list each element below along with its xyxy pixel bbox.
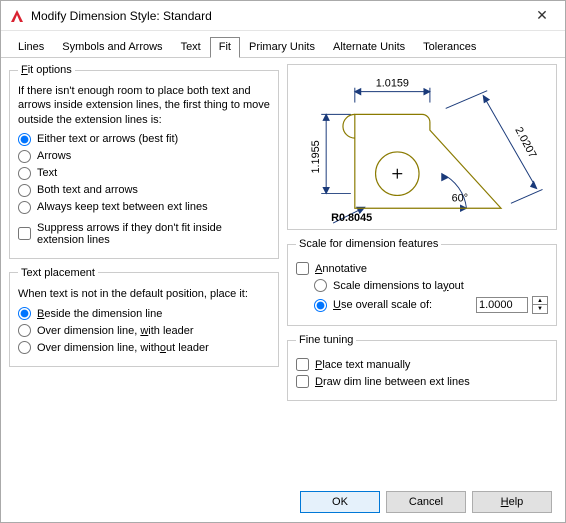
app-logo-icon — [9, 8, 25, 24]
fine-tuning-legend: Fine tuning — [296, 334, 356, 346]
tab-lines[interactable]: Lines — [9, 37, 53, 57]
radio-over-noleader[interactable] — [18, 341, 31, 354]
radio-scale-layout[interactable] — [314, 279, 327, 292]
check-draw-dim-label: Draw dim line between ext lines — [315, 376, 470, 388]
check-suppress-label: Suppress arrows if they don't fit inside… — [37, 222, 237, 246]
radio-always-label: Always keep text between ext lines — [37, 201, 208, 213]
scale-legend: Scale for dimension features — [296, 238, 441, 250]
radio-text-label: Text — [37, 167, 57, 179]
radio-over-noleader-label: Over dimension line, without leader — [37, 342, 209, 354]
svg-text:60°: 60° — [452, 192, 468, 204]
preview-pane: 1.0159 1.1955 2.0207 R0.8045 60° — [287, 64, 557, 230]
radio-either-label: Either text or arrows (best fit) — [37, 133, 178, 145]
text-placement-group: Text placement When text is not in the d… — [9, 267, 279, 367]
radio-either[interactable] — [18, 133, 31, 146]
radio-over-leader-label: Over dimension line, with leader — [37, 325, 194, 337]
radio-both[interactable] — [18, 184, 31, 197]
tab-symbols[interactable]: Symbols and Arrows — [53, 37, 171, 57]
window-title: Modify Dimension Style: Standard — [31, 9, 527, 23]
tab-primary[interactable]: Primary Units — [240, 37, 324, 57]
text-placement-legend: Text placement — [18, 267, 98, 279]
overall-scale-input[interactable] — [476, 297, 528, 313]
svg-text:R0.8045: R0.8045 — [331, 212, 372, 224]
scale-group: Scale for dimension features Annotative … — [287, 238, 557, 326]
tab-fit[interactable]: Fit — [210, 37, 240, 58]
radio-beside[interactable] — [18, 307, 31, 320]
radio-beside-label: Beside the dimension line — [37, 308, 162, 320]
fit-options-group: Fit options If there isn't enough room t… — [9, 64, 279, 259]
check-suppress[interactable] — [18, 227, 31, 240]
check-annotative[interactable] — [296, 262, 309, 275]
placement-description: When text is not in the default position… — [18, 287, 270, 301]
ok-button[interactable]: OK — [300, 491, 380, 513]
tab-strip: Lines Symbols and Arrows Text Fit Primar… — [1, 31, 565, 58]
radio-overall-scale-label: Use overall scale of: — [333, 299, 470, 311]
fine-tuning-group: Fine tuning Place text manually Draw dim… — [287, 334, 557, 401]
radio-text[interactable] — [18, 167, 31, 180]
radio-both-label: Both text and arrows — [37, 184, 138, 196]
close-button[interactable]: ✕ — [527, 7, 557, 24]
check-annotative-label: Annotative — [315, 263, 367, 275]
fit-description: If there isn't enough room to place both… — [18, 84, 270, 127]
svg-text:1.0159: 1.0159 — [376, 78, 409, 90]
scale-spinner[interactable]: ▲▼ — [532, 296, 548, 314]
tab-tolerances[interactable]: Tolerances — [414, 37, 485, 57]
radio-arrows-label: Arrows — [37, 150, 71, 162]
radio-arrows[interactable] — [18, 150, 31, 163]
svg-text:1.1955: 1.1955 — [310, 140, 322, 173]
svg-text:2.0207: 2.0207 — [512, 125, 538, 160]
radio-overall-scale[interactable] — [314, 299, 327, 312]
check-place-manual[interactable] — [296, 358, 309, 371]
radio-over-leader[interactable] — [18, 324, 31, 337]
tab-text[interactable]: Text — [172, 37, 210, 57]
fit-options-legend: Fit options — [18, 64, 75, 76]
check-draw-dim[interactable] — [296, 375, 309, 388]
tab-alternate[interactable]: Alternate Units — [324, 37, 414, 57]
radio-always[interactable] — [18, 201, 31, 214]
radio-scale-layout-label: Scale dimensions to layout — [333, 280, 464, 292]
cancel-button[interactable]: Cancel — [386, 491, 466, 513]
check-place-manual-label: Place text manually — [315, 359, 410, 371]
help-button[interactable]: Help — [472, 491, 552, 513]
